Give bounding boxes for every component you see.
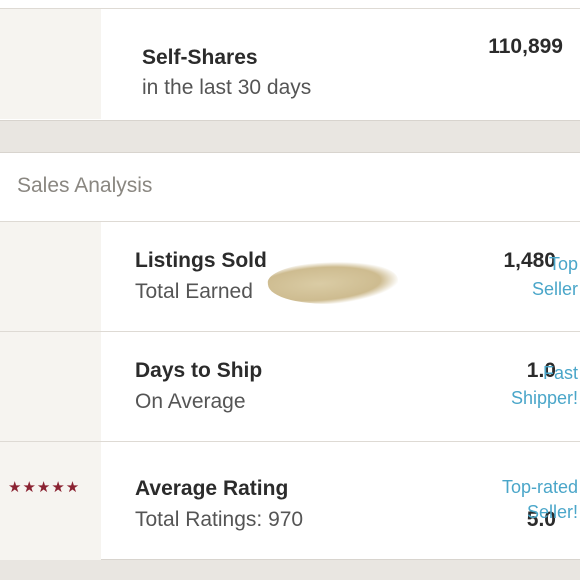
stat-value-column xyxy=(0,332,101,442)
stat-value-column xyxy=(0,442,101,560)
self-shares-count: 110,899 xyxy=(488,35,563,58)
top-rated-seller-badge[interactable]: Top-rated Seller! xyxy=(468,475,578,525)
total-ratings-label: Total Ratings: 970 xyxy=(135,508,304,531)
badge-line: Fast xyxy=(542,363,578,383)
listings-sold-title: Listings Sold xyxy=(135,249,267,272)
section-title: Sales Analysis xyxy=(17,174,153,197)
self-shares-row: 110,899 Self-Shares in the last 30 days xyxy=(0,8,580,119)
average-rating-title: Average Rating xyxy=(135,477,289,500)
badge-line: Shipper! xyxy=(510,388,578,408)
on-average-label: On Average xyxy=(135,390,246,413)
fast-shipper-badge[interactable]: Fast Shipper! xyxy=(468,361,578,411)
stat-value-column xyxy=(0,9,101,119)
stat-value-column xyxy=(0,222,101,332)
days-to-ship-title: Days to Ship xyxy=(135,359,263,382)
self-shares-title: Self-Shares xyxy=(142,46,258,69)
total-earned-label: Total Earned xyxy=(135,280,253,303)
top-seller-badge[interactable]: Top Seller xyxy=(468,252,578,302)
badge-line: Top-rated xyxy=(501,477,578,497)
self-shares-card: 110,899 Self-Shares in the last 30 days xyxy=(0,0,580,120)
star-rating-icon: ★★★★★ xyxy=(8,479,81,496)
self-shares-subtitle: in the last 30 days xyxy=(142,76,312,99)
days-to-ship-row[interactable]: 1.0 Days to Ship On Average Fast Shipper… xyxy=(0,331,580,442)
badge-line: Seller! xyxy=(526,502,578,522)
badge-line: Top xyxy=(548,254,578,274)
badge-line: Seller xyxy=(531,279,578,299)
average-rating-row[interactable]: 5.0 Average Rating Total Ratings: 970 To… xyxy=(0,441,580,560)
